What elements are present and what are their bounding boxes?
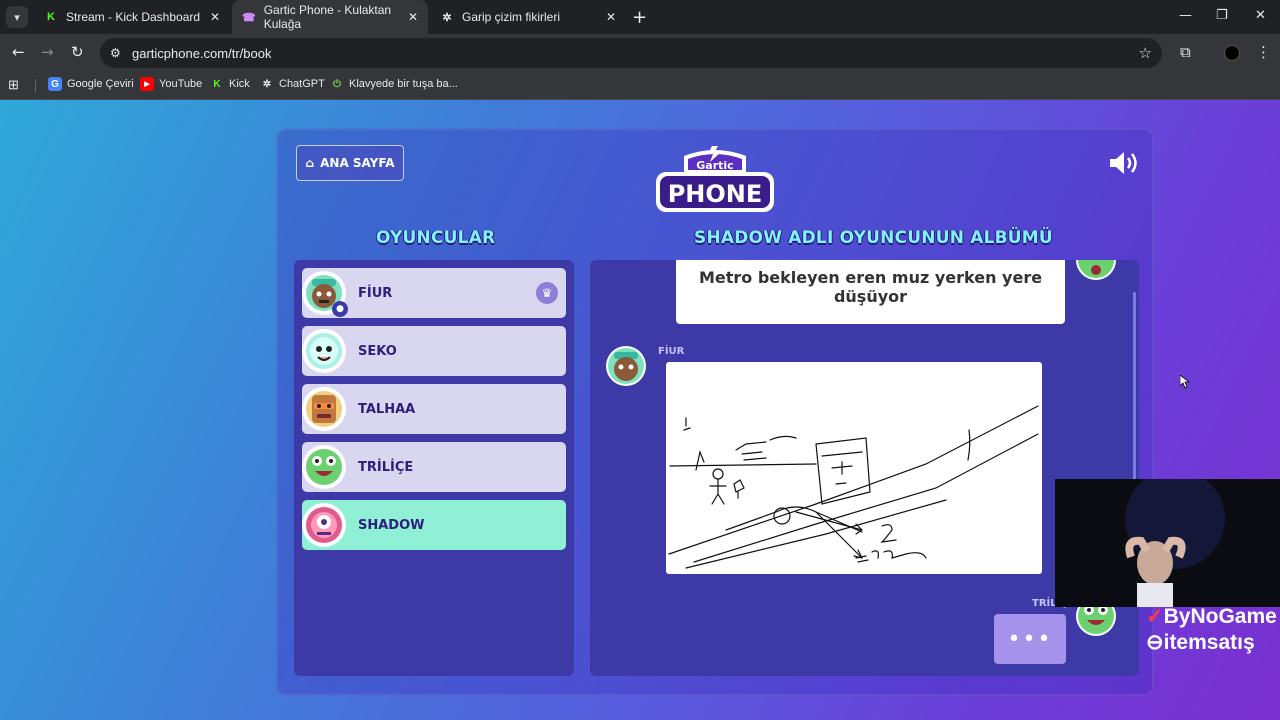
player-name: SHADOW (358, 517, 425, 533)
logo-bottom-text: PHONE (668, 180, 763, 208)
bookmark-klavye[interactable]: ⏻ Klavyede bir tuşa ba... (330, 77, 458, 91)
toolbar: ← → ↻ ⚙ garticphone.com/tr/book ☆ ⧉ ⋮ (0, 34, 1280, 72)
tab-title: Stream - Kick Dashboard (66, 10, 201, 24)
avatar (302, 503, 346, 547)
home-icon: ⌂ (305, 156, 315, 170)
kick-icon: K (47, 11, 55, 23)
album-heading: SHADOW ADLI OYUNCUNUN ALBÜMÜ (694, 228, 1053, 248)
close-icon[interactable]: ✕ (408, 10, 418, 24)
avatar (1076, 260, 1116, 280)
browser-chrome: ▾ K Stream - Kick Dashboard ✕ ☎ Gartic P… (0, 0, 1280, 100)
phone-icon: ☎ (242, 11, 256, 24)
close-icon[interactable]: ✕ (210, 10, 220, 24)
sponsor-itemsatis: ⊖itemsatış (1146, 630, 1255, 655)
players-heading: OYUNCULAR (376, 228, 496, 248)
avatar (302, 445, 346, 489)
restore-icon[interactable]: ❐ (1216, 8, 1228, 23)
drawing-author: FİUR (658, 346, 685, 357)
speaker-icon[interactable] (1108, 150, 1140, 176)
player-item-fiur[interactable]: ● FİUR ♛ (302, 268, 566, 318)
bookmark-label: YouTube (159, 78, 203, 90)
bookmark-youtube[interactable]: ▶ YouTube (140, 77, 202, 91)
tab-garip-cizim[interactable]: ✲ Garip çizim fikirleri ✕ (430, 0, 626, 34)
sponsor-text: itemsatış (1163, 631, 1255, 654)
site-info-icon[interactable]: ⚙ (110, 46, 126, 60)
tab-title: Garip çizim fikirleri (462, 10, 561, 24)
bookmark-label: ChatGPT (279, 78, 325, 90)
bookmark-star-icon[interactable]: ☆ (1139, 44, 1152, 62)
bynogame-logo-icon: ✓ (1146, 605, 1164, 628)
chatgpt-icon: ✲ (442, 11, 452, 24)
extensions-icon[interactable]: ⧉ (1180, 43, 1191, 61)
close-icon[interactable]: ✕ (606, 10, 616, 24)
player-name: TALHAA (358, 401, 416, 417)
url-text: garticphone.com/tr/book (132, 45, 272, 61)
player-name: FİUR (358, 285, 393, 301)
tab-search-button[interactable]: ▾ (6, 6, 28, 28)
divider (35, 79, 36, 93)
player-item-trilice[interactable]: TRİLİÇE (302, 442, 566, 492)
bookmark-chatgpt[interactable]: ✲ ChatGPT (260, 77, 325, 91)
album-panel: Metro bekleyen eren muz yerken yere düşü… (590, 260, 1139, 676)
home-button[interactable]: ⌂ ANA SAYFA (296, 145, 404, 181)
kick-icon: K (213, 78, 221, 90)
tab-gartic-phone[interactable]: ☎ Gartic Phone - Kulaktan Kulağa ✕ (232, 0, 428, 34)
player-name: SEKO (358, 343, 397, 359)
logo-top-text: Gartic (696, 159, 733, 172)
game-viewport: ⌂ ANA SAYFA Gartic PHONE OYUNCULAR SHADO… (0, 100, 1280, 720)
itemsatis-logo-icon: ⊖ (1146, 631, 1164, 654)
album-caption: Metro bekleyen eren muz yerken yere düşü… (676, 260, 1065, 324)
power-icon: ⏻ (333, 78, 341, 90)
profile-avatar[interactable] (1224, 45, 1240, 61)
sponsor-bynogame: ✓ByNoGame (1146, 604, 1277, 629)
bookmark-label: Kick (229, 78, 250, 90)
chatgpt-icon: ✲ (262, 78, 272, 90)
window-close-icon[interactable]: ✕ (1255, 8, 1266, 23)
crown-icon: ♛ (536, 282, 558, 304)
mouse-cursor-icon (1180, 375, 1190, 389)
player-item-shadow[interactable]: SHADOW (302, 500, 566, 550)
avatar (606, 346, 646, 386)
tab-strip: ▾ K Stream - Kick Dashboard ✕ ☎ Gartic P… (0, 0, 1280, 34)
player-item-seko[interactable]: SEKO (302, 326, 566, 376)
apps-icon[interactable]: ⊞ (8, 77, 19, 93)
gartic-phone-logo: Gartic PHONE (656, 146, 774, 212)
menu-icon[interactable]: ⋮ (1256, 43, 1271, 61)
bookmark-kick[interactable]: K Kick (210, 77, 250, 91)
translate-icon: G (48, 77, 62, 91)
sponsor-text: ByNoGame (1163, 605, 1277, 628)
minimize-icon[interactable]: — (1179, 8, 1192, 23)
avatar (302, 329, 346, 373)
album-scrollbar[interactable] (1133, 292, 1136, 480)
back-icon[interactable]: ← (12, 43, 25, 61)
player-name: TRİLİÇE (358, 459, 414, 475)
bookmark-label: Google Çeviri (67, 78, 134, 90)
forward-icon[interactable]: → (41, 43, 54, 61)
tab-title: Gartic Phone - Kulaktan Kulağa (263, 3, 392, 31)
avatar: ● (302, 271, 348, 317)
bookmarks-bar: ⊞ G Google Çeviri ▶ YouTube K Kick ✲ Cha… (0, 72, 1280, 100)
youtube-icon: ▶ (140, 77, 154, 91)
album-drawing (666, 362, 1042, 574)
typing-indicator: ••• (994, 614, 1066, 664)
address-bar[interactable]: ⚙ garticphone.com/tr/book ☆ (100, 38, 1162, 68)
bookmark-google-ceviri[interactable]: G Google Çeviri (48, 77, 134, 91)
player-item-talhaa[interactable]: TALHAA (302, 384, 566, 434)
avatar (302, 387, 346, 431)
new-tab-button[interactable]: + (632, 7, 647, 28)
user-icon: ● (332, 301, 348, 317)
players-list: ● FİUR ♛ SEKO TALHAA TRİLİÇE SHADOW (294, 260, 574, 676)
home-label: ANA SAYFA (320, 156, 395, 170)
bookmark-label: Klavyede bir tuşa ba... (349, 78, 458, 90)
reload-icon[interactable]: ↻ (71, 43, 84, 61)
tab-kick-dashboard[interactable]: K Stream - Kick Dashboard ✕ (34, 0, 230, 34)
webcam-overlay (1055, 469, 1280, 607)
